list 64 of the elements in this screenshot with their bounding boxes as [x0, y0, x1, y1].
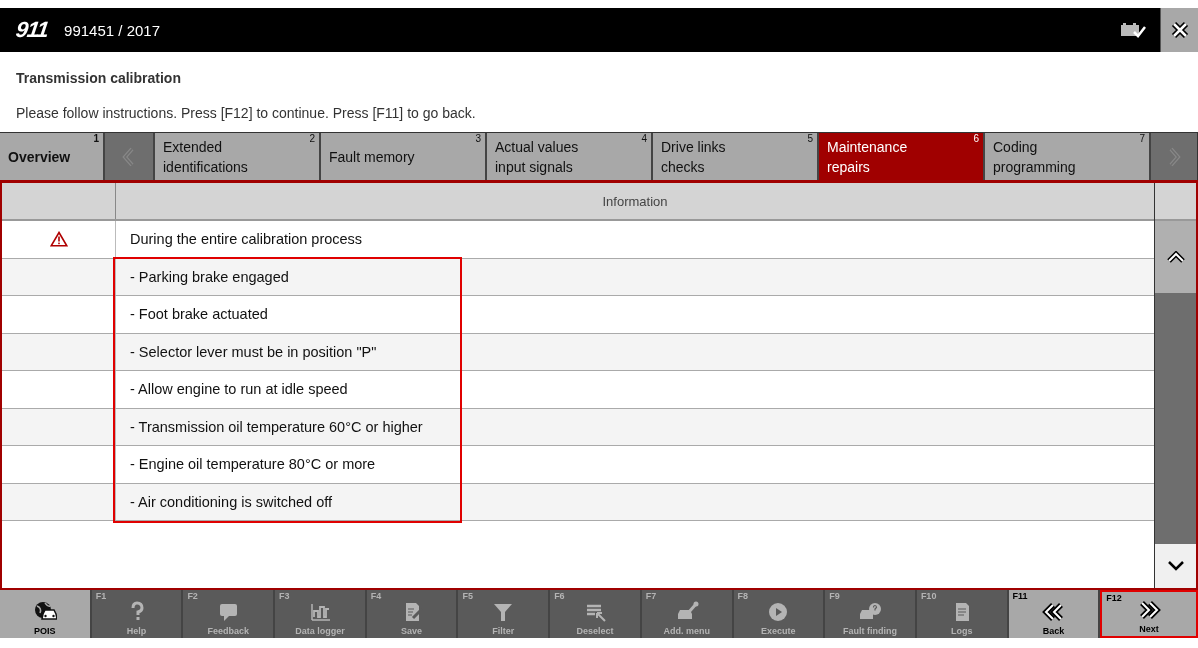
key-caption: Deselect — [576, 626, 614, 637]
key-caption: Help — [126, 626, 147, 637]
row-text: - Selector lever must be in position "P" — [130, 343, 377, 360]
key-label: F8 — [737, 591, 748, 601]
tab-number: 4 — [641, 133, 647, 145]
function-key-button[interactable]: F11 Back — [1008, 590, 1101, 638]
key-label: F3 — [279, 591, 290, 601]
tab-number: 7 — [1139, 133, 1145, 145]
chevron-up-icon — [1165, 251, 1186, 263]
row-text: - Transmission oil temperature 60°C or higher — [130, 418, 423, 435]
key-label: F10 — [920, 591, 937, 601]
key-label: F4 — [370, 591, 382, 601]
key-caption: Save — [401, 626, 423, 637]
previous-tab-button[interactable] — [105, 133, 155, 180]
tab[interactable]: Drive links checks 5 — [653, 133, 819, 180]
key-caption: Add. menu — [663, 626, 710, 637]
key-label: F7 — [645, 591, 657, 601]
key-caption: POIS — [34, 626, 56, 637]
key-caption: Execute — [761, 626, 796, 637]
column-header: Information — [601, 192, 669, 211]
key-caption: Fault finding — [843, 626, 898, 637]
close-button[interactable] — [1160, 8, 1198, 52]
instruction-text: Please follow instructions. Press [F12] to continue. Press [F11] to go back. — [16, 105, 477, 121]
key-label: F12 — [1106, 593, 1122, 603]
tab-number: 2 — [309, 133, 315, 145]
key-label: F9 — [829, 591, 840, 601]
battery-check-icon[interactable] — [1120, 21, 1146, 39]
tab[interactable]: Fault memory 3 — [321, 133, 487, 180]
function-key-button[interactable]: F12 Next — [1100, 590, 1198, 638]
key-label: F2 — [187, 591, 198, 601]
tab[interactable]: Coding programming 7 — [985, 133, 1151, 180]
row-text: - Parking brake engaged — [130, 268, 289, 285]
tab[interactable]: Actual values input signals 4 — [487, 133, 653, 180]
tab-number: 5 — [807, 133, 813, 145]
key-caption: Logs — [950, 626, 973, 637]
key-label: F1 — [95, 591, 107, 601]
row-text: During the entire calibration process — [130, 231, 363, 248]
chevron-down-icon — [1165, 560, 1186, 572]
page-title: Transmission calibration — [16, 70, 182, 86]
model-logo: 911 — [14, 17, 50, 43]
key-label: F11 — [1012, 591, 1028, 601]
scroll-up-button[interactable] — [1155, 221, 1196, 293]
tab-number: 6 — [973, 133, 979, 145]
tab[interactable]: Maintenance repairs 6 — [819, 133, 985, 180]
key-caption: Data logger — [295, 626, 345, 637]
key-caption: Back — [1042, 626, 1065, 637]
row-text: - Allow engine to run at idle speed — [130, 381, 348, 398]
key-caption: Next — [1139, 624, 1159, 635]
function-key-button[interactable]: POIS — [0, 590, 92, 638]
close-icon — [1170, 21, 1189, 39]
scroll-down-button[interactable] — [1155, 544, 1196, 588]
tab[interactable]: Overview 1 — [0, 133, 105, 180]
tab[interactable]: Extended identifications 2 — [155, 133, 321, 180]
key-label: F5 — [462, 591, 473, 601]
next-tab-button[interactable] — [1151, 133, 1197, 180]
vehicle-label: 991451 / 2017 — [64, 21, 160, 39]
tab-number: 3 — [475, 133, 481, 145]
key-label: F6 — [554, 591, 565, 601]
key-caption: Filter — [492, 626, 515, 637]
tab-number: 1 — [93, 133, 99, 145]
row-text: - Air conditioning is switched off — [130, 493, 333, 510]
row-text: - Foot brake actuated — [130, 306, 268, 323]
row-text: - Engine oil temperature 80°C or more — [130, 456, 376, 473]
key-caption: Feedback — [207, 626, 249, 637]
